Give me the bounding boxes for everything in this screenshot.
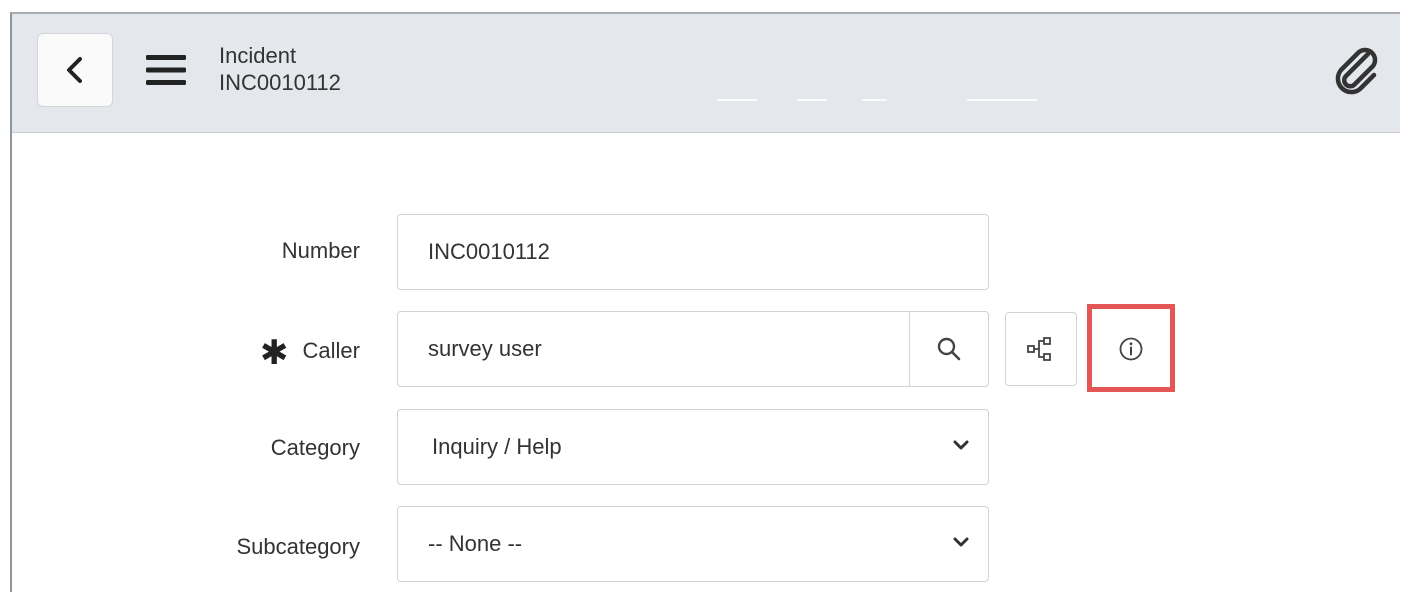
chevron-down-icon (953, 537, 969, 547)
show-related-button[interactable] (1005, 312, 1077, 386)
info-button-highlight (1087, 304, 1175, 392)
required-asterisk: ✱ (260, 334, 289, 372)
subcategory-select[interactable]: -- None -- (397, 506, 989, 582)
category-value: Inquiry / Help (432, 434, 562, 459)
header-artifact (862, 99, 887, 101)
record-number: INC0010112 (219, 70, 341, 95)
chevron-down-icon (953, 440, 969, 450)
form-header: Incident INC0010112 (12, 14, 1400, 133)
subcategory-row: Subcategory -- None -- (12, 506, 1400, 582)
caller-value: survey user (428, 336, 542, 361)
caller-label-group: ✱ Caller (260, 333, 360, 373)
caller-field[interactable]: survey user (397, 311, 989, 387)
dependency-map-icon (1027, 337, 1051, 361)
attachment-button[interactable] (1330, 44, 1382, 96)
header-artifact (797, 99, 827, 101)
chevron-left-icon (67, 57, 82, 83)
record-title: Incident INC0010112 (219, 42, 341, 96)
paperclip-icon (1335, 47, 1378, 95)
category-row: Category Inquiry / Help (12, 409, 1400, 485)
number-value: INC0010112 (428, 239, 550, 264)
number-label: Number (281, 238, 360, 263)
caller-row: ✱ Caller survey user (12, 311, 1400, 387)
subcategory-label: Subcategory (236, 534, 360, 559)
number-field[interactable]: INC0010112 (397, 214, 989, 290)
back-button[interactable] (37, 33, 113, 107)
header-artifact (967, 99, 1037, 101)
caller-label: Caller (302, 338, 360, 363)
record-type: Incident (219, 43, 297, 68)
hamburger-menu-icon (146, 55, 186, 85)
menu-button[interactable] (142, 50, 190, 90)
category-select[interactable]: Inquiry / Help (397, 409, 989, 485)
subcategory-value: -- None -- (428, 531, 523, 556)
number-row: Number INC0010112 (12, 214, 1400, 290)
category-label: Category (270, 435, 360, 460)
caller-lookup-button[interactable] (909, 312, 988, 386)
header-artifact (717, 99, 757, 101)
incident-form-frame: Incident INC0010112 Number INC0010112 ✱ C… (10, 12, 1400, 592)
search-icon (937, 337, 961, 361)
